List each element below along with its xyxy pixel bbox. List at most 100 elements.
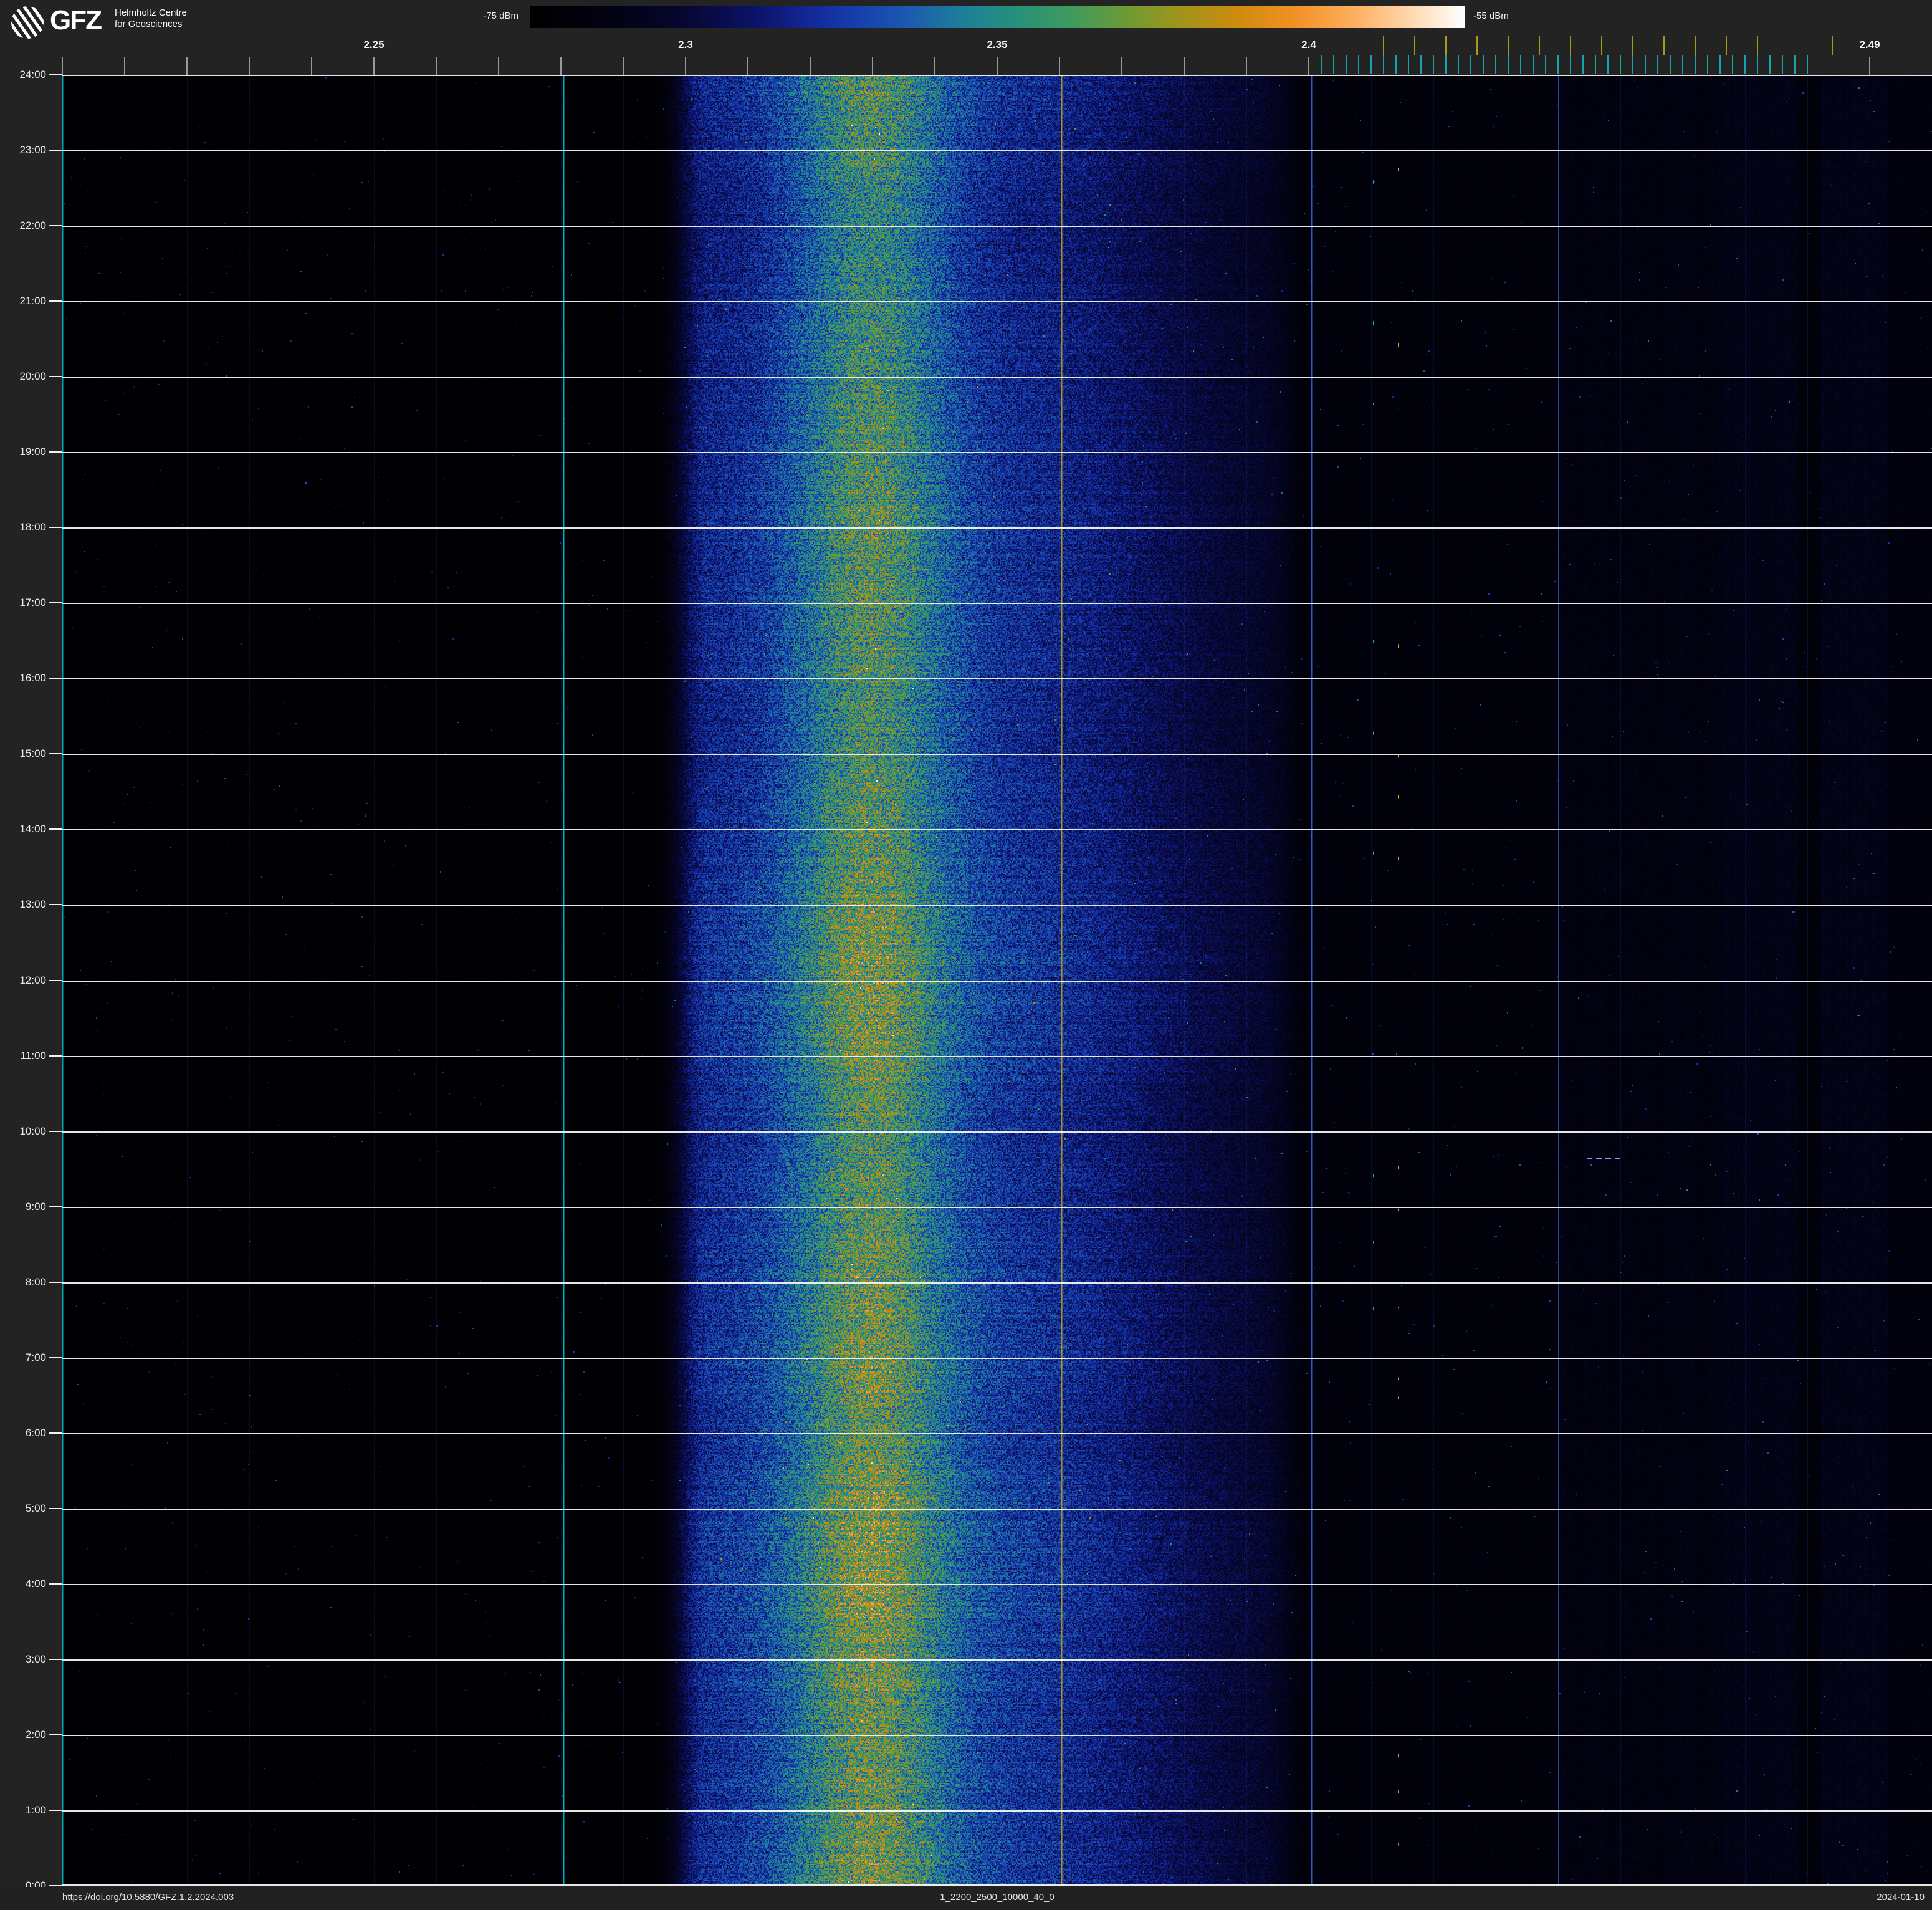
freq-minor-tick [934, 57, 935, 75]
ble-channel-tick [1582, 55, 1584, 74]
time-tick [49, 1734, 62, 1735]
time-tick-label: 4:00 [0, 1578, 46, 1590]
ble-channel-tick [1607, 55, 1609, 74]
time-tick-label: 22:00 [0, 219, 46, 232]
freq-minor-tick [186, 57, 188, 75]
freq-minor-tick [1059, 57, 1060, 75]
footer-bar: https://doi.org/10.5880/GFZ.1.2.2024.003… [0, 1887, 1932, 1910]
ble-channel-tick [1707, 55, 1708, 74]
freq-minor-tick [62, 57, 63, 75]
time-tick [49, 376, 62, 377]
wifi-channel-tick [1539, 36, 1540, 55]
freq-tick-label: 2.3 [678, 39, 693, 51]
time-tick [49, 1206, 62, 1207]
ble-channel-tick [1395, 55, 1397, 74]
time-tick-label: 9:00 [0, 1201, 46, 1213]
ble-channel-tick [1520, 55, 1521, 74]
ble-channel-tick [1570, 55, 1571, 74]
time-tick-label: 3:00 [0, 1653, 46, 1666]
wifi-channel-tick [1383, 36, 1384, 55]
time-tick [49, 678, 62, 679]
time-tick-label: 17:00 [0, 597, 46, 609]
time-tick-label: 21:00 [0, 295, 46, 307]
time-tick-label: 7:00 [0, 1351, 46, 1364]
ble-channel-tick [1346, 55, 1347, 74]
ble-channel-tick [1719, 55, 1721, 74]
ble-channel-tick [1744, 55, 1746, 74]
filename-label: 1_2200_2500_10000_40_0 [940, 1892, 1054, 1903]
time-tick [49, 1432, 62, 1434]
ble-channel-tick [1657, 55, 1658, 74]
time-tick [49, 527, 62, 528]
wifi-channel-tick [1632, 36, 1633, 55]
spectrogram-heatmap [62, 75, 1932, 1886]
wifi-channel-tick [1508, 36, 1509, 55]
time-tick [49, 828, 62, 830]
ble-channel-tick [1807, 55, 1808, 74]
ble-channel-tick [1645, 55, 1646, 74]
freq-minor-tick [1308, 57, 1309, 75]
time-tick-label: 15:00 [0, 747, 46, 760]
freq-tick-label: 2.25 [363, 39, 384, 51]
ble-channel-tick [1470, 55, 1471, 74]
ble-channel-tick [1794, 55, 1796, 74]
freq-minor-tick [560, 57, 562, 75]
doi-label: https://doi.org/10.5880/GFZ.1.2.2024.003 [62, 1892, 234, 1903]
ble-channel-tick [1495, 55, 1496, 74]
time-tick [49, 1583, 62, 1585]
ble-channel-tick [1408, 55, 1409, 74]
ble-channel-tick [1508, 55, 1509, 74]
time-tick-label: 10:00 [0, 1125, 46, 1138]
ble-channel-tick [1370, 55, 1372, 74]
freq-minor-tick [249, 57, 250, 75]
time-tick-label: 6:00 [0, 1427, 46, 1439]
freq-minor-tick [436, 57, 437, 75]
ble-channel-tick [1333, 55, 1334, 74]
freq-minor-tick [1184, 57, 1185, 75]
brand-title: GFZ [50, 5, 101, 36]
colorbar [530, 6, 1465, 28]
ble-channel-tick [1769, 55, 1771, 74]
time-tick [49, 904, 62, 905]
wifi-channel-tick [1570, 36, 1571, 55]
brand-subtitle-line2: for Geosciences [115, 19, 187, 30]
time-tick [49, 300, 62, 302]
time-tick-label: 24:00 [0, 69, 46, 81]
freq-tick-label: 2.49 [1859, 39, 1880, 51]
freq-minor-tick [872, 57, 873, 75]
wifi-channel-tick [1445, 36, 1447, 55]
ble-channel-tick [1695, 55, 1696, 74]
wifi-channel-tick [1476, 36, 1478, 55]
freq-minor-tick [623, 57, 624, 75]
freq-minor-tick [1246, 57, 1247, 75]
gfz-logo-icon [11, 6, 44, 39]
time-tick-label: 2:00 [0, 1729, 46, 1741]
ble-channel-tick [1458, 55, 1459, 74]
wifi-channel-tick [1757, 36, 1758, 55]
time-tick [49, 1810, 62, 1811]
time-tick [49, 225, 62, 226]
ble-channel-tick [1620, 55, 1621, 74]
time-tick [49, 1659, 62, 1660]
time-tick [49, 1357, 62, 1358]
time-tick-label: 19:00 [0, 446, 46, 458]
freq-minor-tick [1869, 57, 1870, 75]
brand-subtitle: Helmholtz Centre for Geosciences [115, 7, 187, 30]
wifi-channel-tick [1726, 36, 1727, 55]
freq-tick-label: 2.4 [1301, 39, 1316, 51]
ble-channel-tick [1358, 55, 1359, 74]
ble-channel-tick [1420, 55, 1422, 74]
time-tick [49, 1508, 62, 1509]
ble-channel-tick [1533, 55, 1534, 74]
ble-channel-tick [1445, 55, 1447, 74]
freq-minor-tick [124, 57, 125, 75]
freq-minor-tick [1121, 57, 1122, 75]
brand-subtitle-line1: Helmholtz Centre [115, 7, 187, 19]
page: GFZ Helmholtz Centre for Geosciences -75… [0, 0, 1932, 1910]
freq-minor-tick [685, 57, 686, 75]
time-tick [49, 1055, 62, 1057]
ble-channel-tick [1757, 55, 1758, 74]
colorbar-max-label: -55 dBm [1473, 11, 1509, 21]
time-tick [49, 74, 62, 75]
time-tick [49, 1131, 62, 1132]
